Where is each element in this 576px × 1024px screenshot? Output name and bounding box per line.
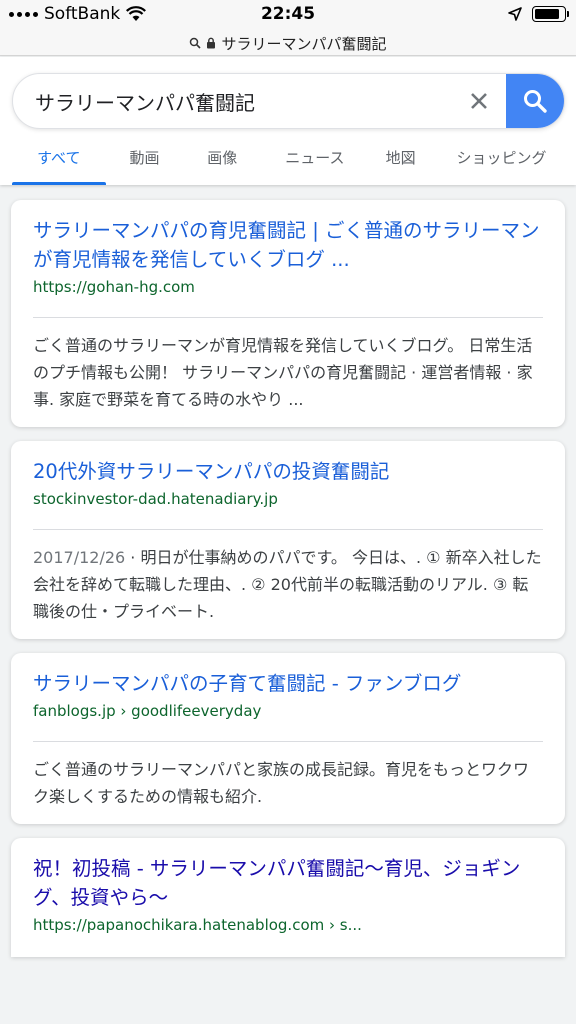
search-header: すべて 動画 画像 ニュース 地図 ショッピング xyxy=(0,57,576,185)
tab-news[interactable]: ニュース xyxy=(277,141,353,185)
divider xyxy=(33,317,543,318)
search-box xyxy=(12,73,565,129)
battery-icon xyxy=(532,6,569,22)
address-text: サラリーマンパパ奮闘記 xyxy=(221,34,387,53)
tab-shopping[interactable]: ショッピング xyxy=(457,141,576,185)
result-url[interactable]: stockinvestor-dad.hatenadiary.jp xyxy=(33,488,543,511)
search-results: サラリーマンパパの育児奮闘記 | ごく普通のサラリーマンが育児情報を発信していく… xyxy=(11,200,565,971)
tab-label: 地図 xyxy=(385,149,416,167)
browser-top-bar: SoftBank 22:45 サラリーマンパパ奮闘記 xyxy=(0,0,576,56)
result-title-link[interactable]: 20代外資サラリーマンパパの投資奮闘記 xyxy=(33,457,543,486)
result-title-link[interactable]: 祝！初投稿 - サラリーマンパパ奮闘記〜育児、ジョギング、投資やら〜 xyxy=(33,854,543,912)
search-icon xyxy=(524,90,547,113)
tab-label: 画像 xyxy=(207,149,238,167)
lock-icon xyxy=(207,37,216,49)
tab-maps[interactable]: 地図 xyxy=(381,141,421,185)
status-bar: SoftBank 22:45 xyxy=(0,0,576,30)
address-bar[interactable]: サラリーマンパパ奮闘記 xyxy=(0,30,576,56)
tab-label: ニュース xyxy=(285,149,345,167)
search-tabs: すべて 動画 画像 ニュース 地図 ショッピング xyxy=(0,141,576,185)
search-input[interactable] xyxy=(13,89,452,113)
close-icon xyxy=(471,93,487,109)
result-title-link[interactable]: サラリーマンパパの育児奮闘記 | ごく普通のサラリーマンが育児情報を発信していく… xyxy=(33,216,543,274)
search-small-icon xyxy=(190,37,202,49)
result-url[interactable]: fanblogs.jp › goodlifeeveryday xyxy=(33,700,543,723)
result-snippet: 2017/12/26 · 明日が仕事納めのパパです。 今日は、. ① 新卒入社し… xyxy=(33,544,543,625)
result-date: 2017/12/26 xyxy=(33,548,126,567)
result-card: 20代外資サラリーマンパパの投資奮闘記 stockinvestor-dad.ha… xyxy=(11,441,565,639)
tab-label: 動画 xyxy=(129,149,160,167)
tab-images[interactable]: 画像 xyxy=(195,141,249,185)
result-card: サラリーマンパパの子育て奮闘記 - ファンブログ fanblogs.jp › g… xyxy=(11,653,565,824)
tab-label: すべて xyxy=(37,149,81,167)
result-title-link[interactable]: サラリーマンパパの子育て奮闘記 - ファンブログ xyxy=(33,669,543,698)
clear-button[interactable] xyxy=(452,74,506,128)
result-snippet: ごく普通のサラリーマンが育児情報を発信していくブログ。 日常生活のプチ情報も公開… xyxy=(33,336,533,409)
result-url[interactable]: https://papanochikara.hatenablog.com › s… xyxy=(33,914,543,937)
result-card: 祝！初投稿 - サラリーマンパパ奮闘記〜育児、ジョギング、投資やら〜 https… xyxy=(11,838,565,957)
search-button[interactable] xyxy=(506,74,564,128)
tab-videos[interactable]: 動画 xyxy=(118,141,172,185)
tab-all[interactable]: すべて xyxy=(12,141,106,185)
result-snippet: ごく普通のサラリーマンパパと家族の成長記録。育児をもっとワクワク楽しくするための… xyxy=(33,760,530,806)
tab-label: ショッピング xyxy=(456,149,547,167)
status-right xyxy=(508,6,569,22)
result-url[interactable]: https://gohan-hg.com xyxy=(33,276,543,299)
location-arrow-icon xyxy=(508,7,522,21)
divider xyxy=(33,529,543,530)
clock: 22:45 xyxy=(260,4,316,24)
result-card: サラリーマンパパの育児奮闘記 | ごく普通のサラリーマンが育児情報を発信していく… xyxy=(11,200,565,427)
divider xyxy=(33,741,543,742)
